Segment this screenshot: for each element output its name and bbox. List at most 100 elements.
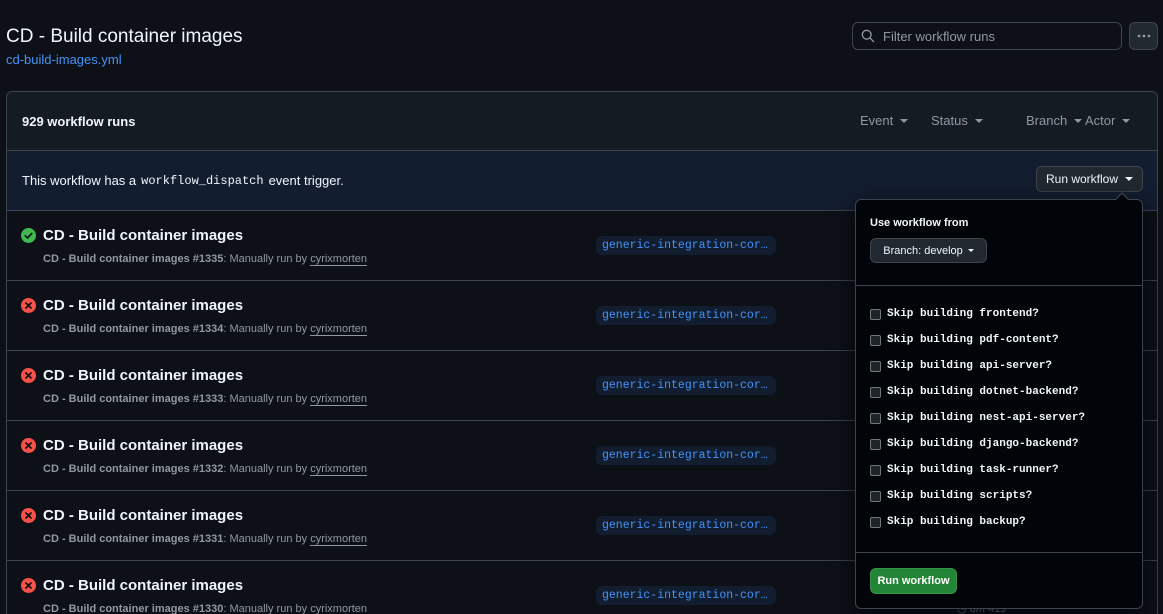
filter-actor[interactable]: Actor <box>1085 113 1131 128</box>
run-trigger: : Manually run by <box>223 533 308 545</box>
more-options-button[interactable] <box>1129 22 1158 50</box>
run-number: #1335 <box>192 253 224 265</box>
skip-frontend-label: Skip building frontend? <box>887 308 1039 320</box>
skip-pdf-content-label: Skip building pdf-content? <box>887 334 1059 346</box>
divider <box>856 552 1142 553</box>
branch-tag[interactable]: generic-integration-corre… <box>596 586 776 605</box>
skip-nest-api-server-checkbox[interactable] <box>870 412 881 424</box>
run-workflow-name: CD - Build container images <box>43 393 190 405</box>
branch-tag[interactable]: generic-integration-corre… <box>596 236 776 255</box>
check-circle-icon <box>21 228 36 243</box>
skip-task-runner-checkbox[interactable] <box>870 464 881 476</box>
run-number: #1331 <box>192 533 224 545</box>
run-actor-link[interactable]: cyrixmorten <box>310 463 368 476</box>
skip-backup-option[interactable]: Skip building backup? <box>870 516 1026 528</box>
runs-count: 929 workflow runs <box>22 113 136 129</box>
run-actor-link[interactable]: cyrixmorten <box>310 393 368 406</box>
skip-scripts-checkbox[interactable] <box>870 490 881 502</box>
x-circle-icon <box>21 298 36 313</box>
x-circle-icon <box>21 508 36 523</box>
run-workflow-popover: Use workflow from Branch: develop Skip b… <box>855 199 1143 609</box>
branch-tag[interactable]: generic-integration-corre… <box>596 516 776 535</box>
branch-tag[interactable]: generic-integration-corre… <box>596 446 776 465</box>
skip-api-server-label: Skip building api-server? <box>887 360 1053 372</box>
popover-arrow-inner <box>1116 194 1128 200</box>
run-title[interactable]: CD - Build container images <box>43 437 243 454</box>
skip-frontend-option[interactable]: Skip building frontend? <box>870 308 1039 320</box>
x-circle-icon <box>21 368 36 383</box>
skip-nest-api-server-option[interactable]: Skip building nest-api-server? <box>870 412 1085 424</box>
run-number: #1330 <box>192 603 224 614</box>
run-workflow-submit-button[interactable]: Run workflow <box>870 568 957 594</box>
branch-select-button[interactable]: Branch: develop <box>870 238 987 263</box>
caret-down-icon <box>1074 118 1083 123</box>
run-number: #1334 <box>192 323 224 335</box>
caret-down-icon <box>967 249 974 252</box>
kebab-horizontal-icon <box>1137 34 1150 38</box>
skip-task-runner-label: Skip building task-runner? <box>887 464 1059 476</box>
caret-down-icon <box>974 118 983 123</box>
skip-pdf-content-checkbox[interactable] <box>870 334 881 346</box>
skip-scripts-option[interactable]: Skip building scripts? <box>870 490 1032 502</box>
x-circle-icon <box>21 438 36 453</box>
run-title[interactable]: CD - Build container images <box>43 507 243 524</box>
skip-backup-checkbox[interactable] <box>870 516 881 528</box>
skip-django-backend-option[interactable]: Skip building django-backend? <box>870 438 1078 450</box>
run-trigger: : Manually run by <box>223 253 308 265</box>
run-trigger: : Manually run by <box>223 603 308 614</box>
run-workflow-label: Run workflow <box>1045 172 1119 186</box>
run-meta: CD - Build container images #1333: Manua… <box>43 393 368 406</box>
caret-down-icon <box>1125 177 1134 181</box>
run-actor-link[interactable]: cyrixmorten <box>310 323 368 336</box>
skip-django-backend-label: Skip building django-backend? <box>887 438 1079 450</box>
run-trigger: : Manually run by <box>223 323 308 335</box>
filter-event[interactable]: Event <box>860 113 909 128</box>
dispatch-text-prefix: This workflow has a <box>22 173 137 188</box>
filter-runs-field[interactable] <box>852 22 1122 50</box>
run-meta: CD - Build container images #1335: Manua… <box>43 253 368 266</box>
filter-branch[interactable]: Branch <box>1026 113 1083 128</box>
page-title: CD - Build container images <box>6 26 243 47</box>
run-number: #1333 <box>192 393 224 405</box>
skip-pdf-content-option[interactable]: Skip building pdf-content? <box>870 334 1059 346</box>
run-actor-link[interactable]: cyrixmorten <box>310 533 368 546</box>
runs-header: 929 workflow runs Event Status Branch Ac… <box>7 92 1157 151</box>
run-workflow-name: CD - Build container images <box>43 323 190 335</box>
run-meta: CD - Build container images #1330: Manua… <box>43 603 368 614</box>
skip-api-server-option[interactable]: Skip building api-server? <box>870 360 1052 372</box>
workflow-file-link[interactable]: cd-build-images.yml <box>6 52 122 67</box>
run-title[interactable]: CD - Build container images <box>43 227 243 244</box>
caret-down-icon <box>1122 118 1131 123</box>
skip-api-server-checkbox[interactable] <box>870 360 881 372</box>
skip-backup-label: Skip building backup? <box>887 516 1026 528</box>
use-workflow-from-label: Use workflow from <box>870 217 969 229</box>
run-workflow-name: CD - Build container images <box>43 533 190 545</box>
x-circle-icon <box>21 578 36 593</box>
skip-scripts-label: Skip building scripts? <box>887 490 1033 502</box>
branch-tag[interactable]: generic-integration-corre… <box>596 376 776 395</box>
run-workflow-name: CD - Build container images <box>43 253 190 265</box>
branch-tag[interactable]: generic-integration-corre… <box>596 306 776 325</box>
filter-actor-label: Actor <box>1085 113 1116 128</box>
skip-dotnet-backend-label: Skip building dotnet-backend? <box>887 386 1079 398</box>
run-actor-link[interactable]: cyrixmorten <box>310 253 368 266</box>
caret-down-icon <box>900 118 909 123</box>
skip-nest-api-server-label: Skip building nest-api-server? <box>887 412 1086 424</box>
skip-dotnet-backend-option[interactable]: Skip building dotnet-backend? <box>870 386 1078 398</box>
dispatch-event-code: workflow_dispatch <box>141 173 264 188</box>
skip-task-runner-option[interactable]: Skip building task-runner? <box>870 464 1059 476</box>
search-icon <box>861 29 875 43</box>
run-workflow-dropdown-button[interactable]: Run workflow <box>1036 166 1143 192</box>
filter-status[interactable]: Status <box>931 113 983 128</box>
run-title[interactable]: CD - Build container images <box>43 367 243 384</box>
run-title[interactable]: CD - Build container images <box>43 577 243 594</box>
skip-frontend-checkbox[interactable] <box>870 308 881 320</box>
filter-runs-input[interactable] <box>883 28 1113 44</box>
filter-branch-label: Branch <box>1026 113 1068 128</box>
run-title[interactable]: CD - Build container images <box>43 297 243 314</box>
skip-django-backend-checkbox[interactable] <box>870 438 881 450</box>
skip-dotnet-backend-checkbox[interactable] <box>870 386 881 398</box>
run-trigger: : Manually run by <box>223 463 308 475</box>
branch-select-label: Branch: develop <box>883 244 963 257</box>
run-actor-link[interactable]: cyrixmorten <box>310 603 368 614</box>
